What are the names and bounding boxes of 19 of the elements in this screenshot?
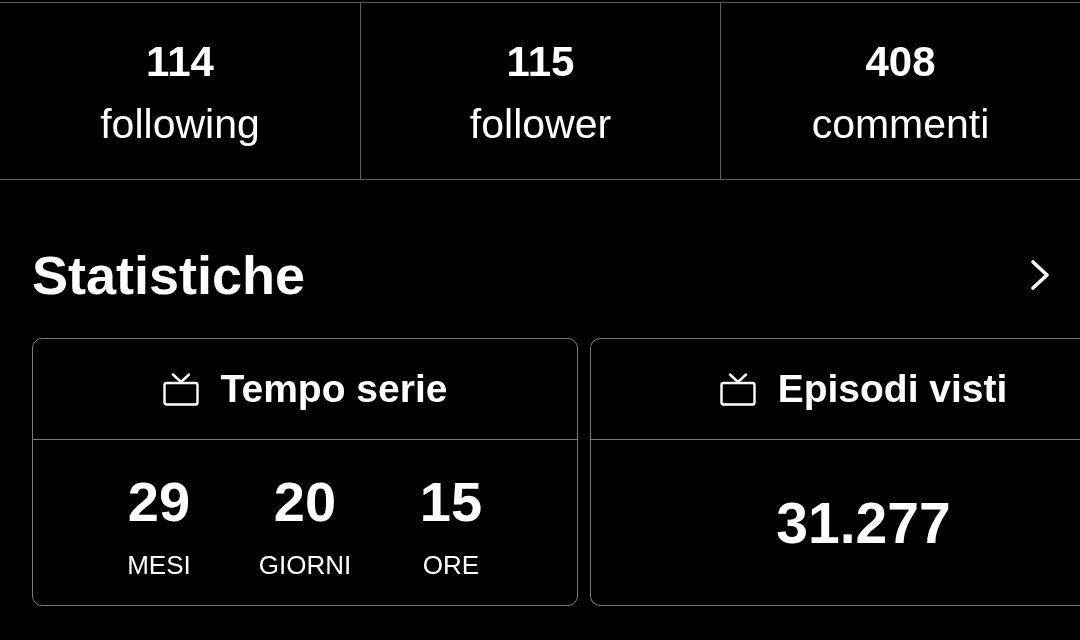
count-label: commenti bbox=[811, 100, 990, 149]
stat-number: 15 bbox=[419, 470, 483, 534]
card-title: Tempo serie bbox=[220, 366, 448, 412]
count-number: 115 bbox=[506, 37, 575, 87]
stat-number: 29 bbox=[127, 470, 191, 534]
stat-unit: GIORNI bbox=[258, 550, 352, 580]
count-number: 114 bbox=[146, 37, 214, 87]
count-number: 408 bbox=[865, 37, 936, 87]
card-title: Episodi visti bbox=[777, 366, 1008, 412]
stat-number: 20 bbox=[273, 470, 337, 534]
tv-icon bbox=[162, 372, 199, 406]
stat-unit: MESI bbox=[127, 550, 191, 580]
stat-number: 31.277 bbox=[776, 490, 951, 555]
tv-icon bbox=[719, 372, 756, 406]
count-label: following bbox=[100, 100, 260, 149]
section-title: Statistiche bbox=[32, 244, 306, 307]
stat-unit: ORE bbox=[422, 550, 480, 580]
chevron-right-icon[interactable] bbox=[1030, 259, 1050, 291]
count-label: follower bbox=[469, 100, 612, 149]
